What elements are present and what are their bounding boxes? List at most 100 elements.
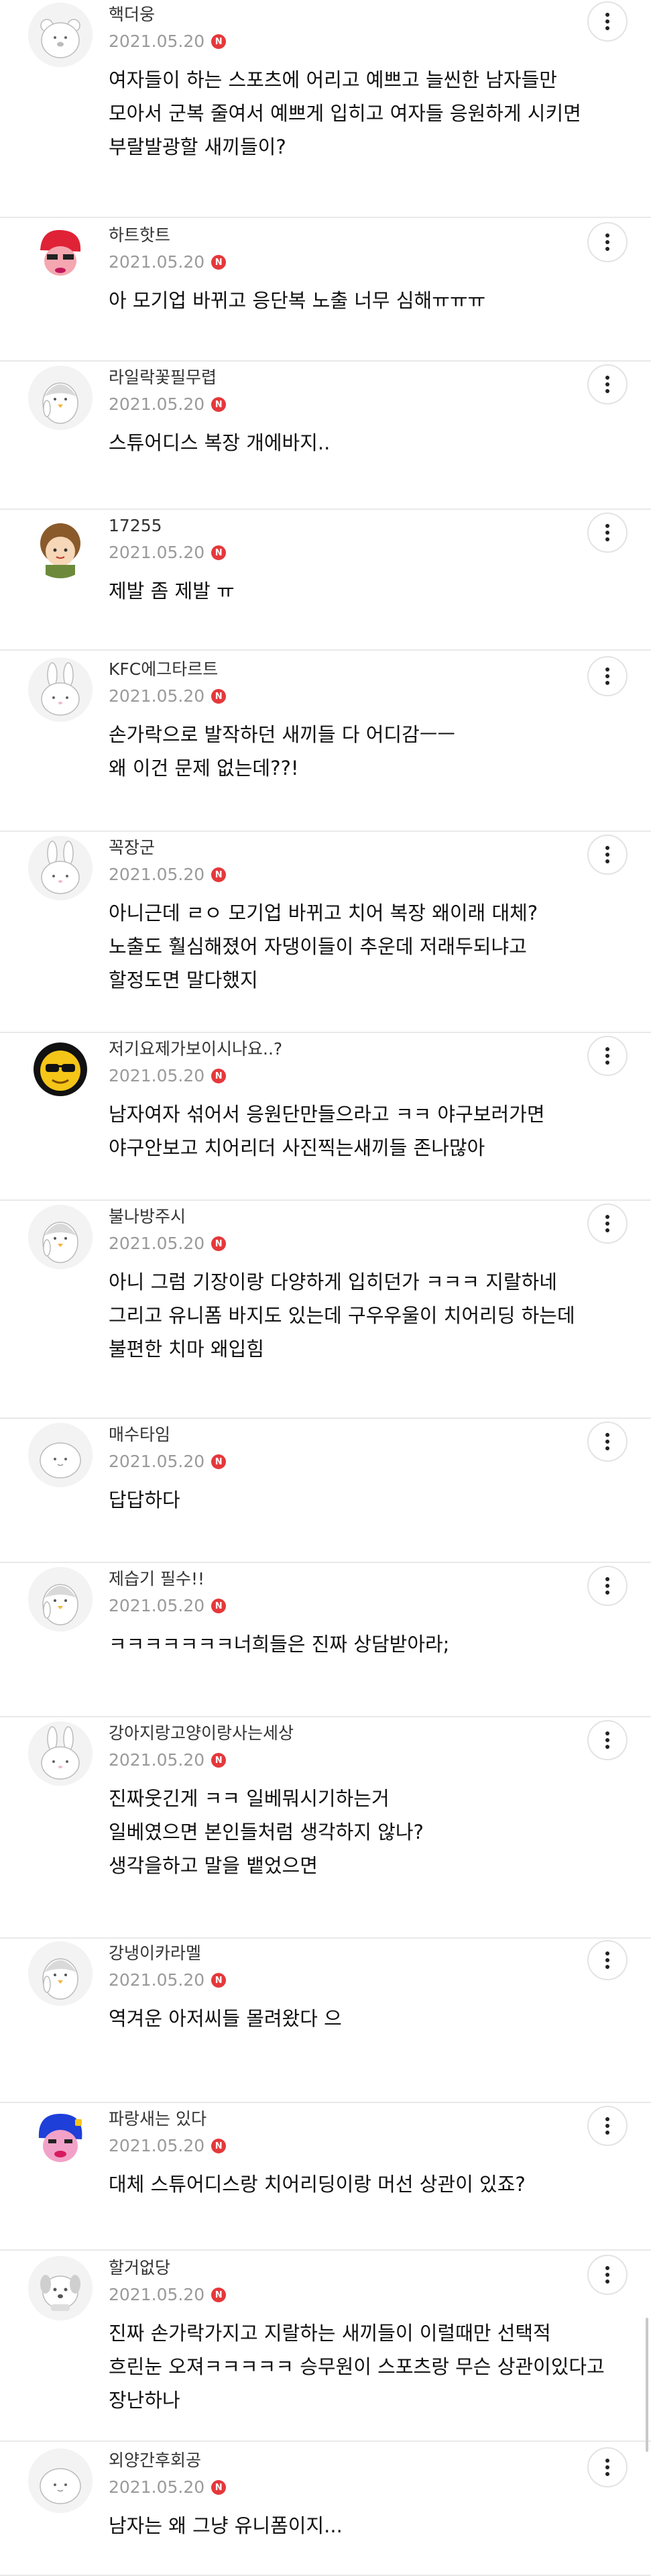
more-options-button[interactable]: [587, 1, 628, 42]
comment-nickname[interactable]: 강아지랑고양이랑사는세상: [109, 1723, 294, 1744]
more-options-button[interactable]: [587, 1566, 628, 1606]
comment-nickname[interactable]: 파랑새는 있다: [109, 2108, 206, 2130]
comment-date: 2021.05.20: [109, 1452, 205, 1471]
new-badge: N: [211, 1753, 227, 1768]
more-vertical-icon: [605, 12, 610, 31]
comment-text-line: 모아서 군복 줄여서 예쁘게 입히고 여자들 응원하게 시키면: [109, 102, 581, 125]
girl-avatar-icon[interactable]: [28, 514, 93, 578]
new-badge: N: [211, 1236, 227, 1251]
blob-avatar-icon[interactable]: [28, 1423, 93, 1487]
comment-text-line: 그리고 유니폼 바지도 있는데 구우우울이 치어리딩 하는데: [109, 1304, 575, 1327]
new-badge: N: [211, 2139, 227, 2153]
new-badge: N: [211, 34, 227, 49]
comment-meta: 2021.05.20 N: [109, 1970, 227, 1991]
comment-nickname[interactable]: 강냉이카라멜: [109, 1943, 201, 1964]
more-options-button[interactable]: [587, 2255, 628, 2295]
more-options-button[interactable]: [587, 513, 628, 553]
more-options-button[interactable]: [587, 1940, 628, 1980]
comment-text: 역겨운 아저씨들 몰려왔다 으: [109, 2002, 605, 2035]
more-options-button[interactable]: [587, 1421, 628, 1462]
blob-avatar-icon[interactable]: [28, 2449, 93, 2513]
comment-date: 2021.05.20: [109, 32, 205, 51]
comment-text: 제발 좀 제발 ㅠ: [109, 574, 605, 608]
comment-date: 2021.05.20: [109, 865, 205, 884]
more-options-button[interactable]: [587, 656, 628, 696]
more-options-button[interactable]: [587, 364, 628, 405]
comment-date: 2021.05.20: [109, 1970, 205, 1990]
comment-text-line: 손가락으로 발작하던 새끼들 다 어디감ㅡㅡ: [109, 723, 456, 746]
more-options-button[interactable]: [587, 1203, 628, 1244]
new-badge: N: [211, 397, 227, 412]
penguin-avatar-icon[interactable]: [28, 366, 93, 430]
scrollbar-thumb[interactable]: [646, 2318, 648, 2452]
comment-nickname[interactable]: 할거없당: [109, 2257, 170, 2279]
rabbit-avatar-icon[interactable]: [28, 657, 93, 722]
more-vertical-icon: [605, 523, 610, 542]
comment-nickname[interactable]: 17255: [109, 515, 162, 537]
comment-text-line: 할정도면 말다했지: [109, 969, 258, 991]
comment-text: 진짜웃긴게 ㅋㅋ 일베뭐시기하는거 일베였으면 본인들처럼 생각하지 않나? 생각을…: [109, 1782, 605, 1882]
blue-hair-character-avatar-icon[interactable]: [28, 2107, 93, 2171]
more-vertical-icon: [605, 1214, 610, 1233]
comment-meta: 2021.05.20 N: [109, 31, 227, 52]
comment-text: 진짜 손가락가지고 지랄하는 새끼들이 이럴때만 선택적 흐린눈 오져ㅋㅋㅋㅋㅋ …: [109, 2316, 605, 2417]
comment-nickname[interactable]: 불나방주시: [109, 1206, 186, 1228]
comment-text: 답답하다: [109, 1483, 605, 1517]
comment-nickname[interactable]: KFC에그타르트: [109, 659, 218, 680]
comment-meta: 2021.05.20 N: [109, 394, 227, 415]
comment-date: 2021.05.20: [109, 543, 205, 562]
comment-meta: 2021.05.20 N: [109, 1451, 227, 1472]
comment-nickname[interactable]: 저기요제가보이시나요..?: [109, 1038, 282, 1060]
rabbit-avatar-icon[interactable]: [28, 1721, 93, 1786]
bear-avatar-icon[interactable]: [28, 3, 93, 67]
red-character-avatar-icon[interactable]: [28, 223, 93, 288]
comment-nickname[interactable]: 매수타임: [109, 1424, 170, 1446]
comment-text-line: 남자여자 섞어서 응원단만들으라고 ㅋㅋ 야구보러가면: [109, 1103, 545, 1126]
comment-text-line: 부랄발광할 새끼들이?: [109, 136, 286, 158]
comment-text-line: 제발 좀 제발 ㅠ: [109, 580, 235, 602]
comment-text: 남자는 왜 그냥 유니폼이지...: [109, 2509, 605, 2542]
comment-date: 2021.05.20: [109, 2285, 205, 2304]
more-options-button[interactable]: [587, 2447, 628, 2487]
comment-text: 여자들이 하는 스포츠에 어리고 예쁘고 늘씬한 남자들만모아서 군복 줄여서 …: [109, 63, 605, 164]
comment-text: 대체 스튜어디스랑 치어리딩이랑 머선 상관이 있죠?: [109, 2167, 605, 2201]
comment-meta: 2021.05.20 N: [109, 2284, 227, 2306]
comment-text-line: 아 모기업 바뀌고 응단복 노출 너무 심해ㅠㅠㅠ: [109, 289, 486, 312]
comment-text-line: 진짜웃긴게 ㅋㅋ 일베뭐시기하는거: [109, 1787, 390, 1810]
comment-nickname[interactable]: 꼭장군: [109, 837, 155, 859]
comment-item: 외양간후회공 2021.05.20 N 남자는 왜 그냥 유니폼이지...: [0, 2442, 651, 2576]
more-options-button[interactable]: [587, 1720, 628, 1760]
sunglasses-emoji-avatar-icon[interactable]: [28, 1037, 93, 1102]
penguin-avatar-icon[interactable]: [28, 1205, 93, 1269]
comment-nickname[interactable]: 하트핫트: [109, 225, 170, 246]
comment-meta: 2021.05.20 N: [109, 1595, 227, 1617]
comment-meta: 2021.05.20 N: [109, 1065, 227, 1087]
comment-meta: 2021.05.20 N: [109, 542, 227, 564]
more-vertical-icon: [605, 667, 610, 686]
more-vertical-icon: [605, 2116, 610, 2135]
comment-text-line: 여자들이 하는 스포츠에 어리고 예쁘고 늘씬한 남자들만: [109, 68, 557, 91]
comment-date: 2021.05.20: [109, 394, 205, 414]
penguin-avatar-icon[interactable]: [28, 1941, 93, 2006]
comment-date: 2021.05.20: [109, 252, 205, 272]
dog-avatar-icon[interactable]: [28, 2256, 93, 2320]
comment-nickname[interactable]: 핵더웅: [109, 4, 155, 25]
more-options-button[interactable]: [587, 222, 628, 262]
comment-text-line: 야구안보고 치어리더 사진찍는새끼들 존나많아: [109, 1136, 485, 1159]
new-badge: N: [211, 1973, 227, 1988]
new-badge: N: [211, 1599, 227, 1613]
comment-nickname[interactable]: 라일락꽃필무렵: [109, 367, 217, 388]
rabbit-avatar-icon[interactable]: [28, 836, 93, 900]
comment-text-line: 아니 그럼 기장이랑 다양하게 입히던가 ㅋㅋㅋ 지랄하네: [109, 1271, 557, 1293]
comment-meta: 2021.05.20 N: [109, 2135, 227, 2157]
more-options-button[interactable]: [587, 2106, 628, 2146]
more-options-button[interactable]: [587, 1036, 628, 1076]
comment-item: 매수타임 2021.05.20 N 답답하다: [0, 1419, 651, 1563]
penguin-avatar-icon[interactable]: [28, 1567, 93, 1631]
comment-item: 파랑새는 있다 2021.05.20 N 대체 스튜어디스랑 치어리딩이랑 머선 상관…: [0, 2103, 651, 2251]
comment-nickname[interactable]: 제습기 필수!!: [109, 1568, 204, 1590]
comment-text: 스튜어디스 복장 개에바지..: [109, 426, 605, 460]
comment-meta: 2021.05.20 N: [109, 686, 227, 707]
comment-nickname[interactable]: 외양간후회공: [109, 2450, 201, 2471]
more-options-button[interactable]: [587, 835, 628, 875]
